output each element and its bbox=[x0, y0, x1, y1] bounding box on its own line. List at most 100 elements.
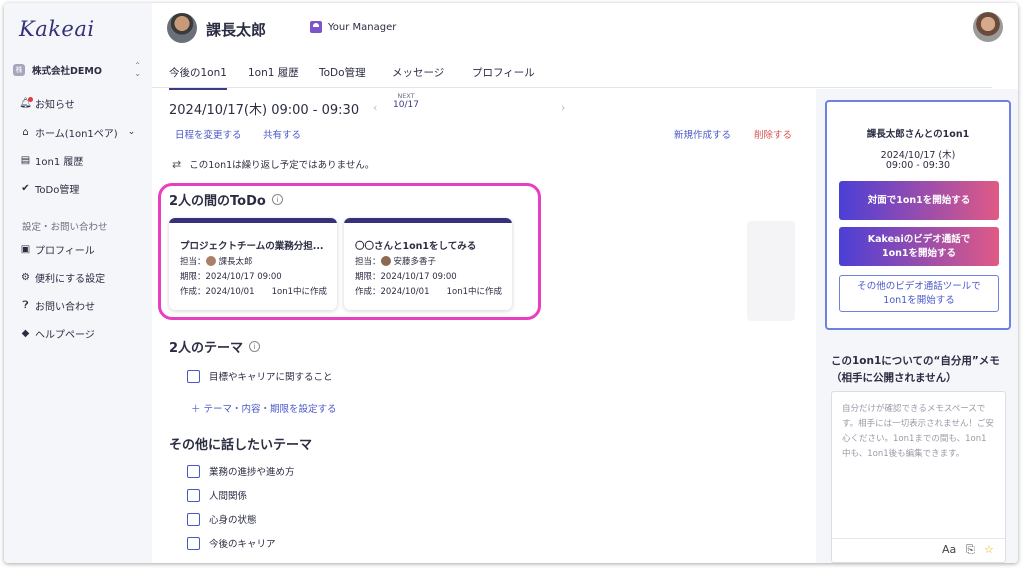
attach-icon[interactable]: ⎘ bbox=[966, 543, 975, 557]
company-switcher[interactable]: 株 株式会社DEMO ⌃ ⌄ bbox=[13, 62, 141, 78]
other-theme-item[interactable]: 業務の進捗や進め方 bbox=[187, 464, 295, 478]
sidebar-item-label: プロフィール bbox=[35, 245, 95, 257]
theme-item[interactable]: 目標やキャリアに関すること bbox=[187, 369, 333, 383]
font-format-icon[interactable]: Aa bbox=[942, 543, 956, 556]
chevron-down-icon[interactable]: ⌄ bbox=[128, 127, 136, 137]
new-session-link[interactable]: 新規作成する bbox=[674, 127, 731, 141]
assignee-name: 課長太郎 bbox=[218, 257, 253, 267]
assignee-label: 担当： bbox=[180, 257, 206, 267]
start-face-to-face-button[interactable]: 対面で1on1を開始する bbox=[839, 181, 999, 220]
todo-card[interactable]: プロジェクトチームの業務分担... 担当： 課長太郎 期限：2024/10/17… bbox=[169, 218, 337, 310]
sidebar-item-label: お問い合わせ bbox=[35, 301, 95, 313]
button-line: Kakeaiのビデオ通話で bbox=[867, 233, 971, 245]
todo-section-title-text: 2人の間のToDo bbox=[169, 194, 266, 209]
todo-assignee: 担当： 安藤多香子 bbox=[355, 255, 436, 267]
sidebar-item-notifications[interactable]: 🔔︎ お知らせ bbox=[19, 95, 75, 111]
todo-created-in: 1on1中に作成 bbox=[271, 287, 327, 297]
session-datetime: 2024/10/17(木) 09:00 - 09:30 bbox=[169, 103, 360, 118]
theme-label: 目標やキャリアに関すること bbox=[209, 372, 333, 383]
other-theme-item[interactable]: 今後のキャリア bbox=[187, 536, 276, 550]
sidebar-item-todo[interactable]: ✔ ToDo管理 bbox=[20, 180, 79, 196]
tab-todo[interactable]: ToDo管理 bbox=[319, 65, 366, 80]
recurrence-note-text: この1on1は繰り返し予定ではありません。 bbox=[189, 160, 375, 171]
sidebar-item-label: ToDo管理 bbox=[35, 184, 80, 196]
sidebar-item-settings[interactable]: ⚙ 便利にする設定 bbox=[20, 269, 105, 285]
chevron-right-icon[interactable]: › bbox=[561, 101, 565, 114]
star-icon[interactable]: ☆ bbox=[984, 543, 994, 556]
button-line: 1on1を開始する bbox=[881, 247, 956, 259]
start-video-call-button[interactable]: Kakeaiのビデオ通話で 1on1を開始する bbox=[839, 227, 999, 266]
start-card-date: 2024/10/17 (木) bbox=[880, 150, 956, 161]
todo-title: プロジェクトチームの業務分担... bbox=[180, 241, 324, 252]
chevron-left-icon[interactable]: ‹ bbox=[373, 101, 377, 114]
share-link[interactable]: 共有する bbox=[263, 127, 301, 141]
todo-card[interactable]: 〇〇さんと1on1をしてみる 担当： 安藤多香子 期限：2024/10/17 0… bbox=[344, 218, 512, 310]
todo-created: 作成：2024/10/01 bbox=[355, 287, 430, 297]
home-icon: ⌂ bbox=[22, 126, 29, 138]
add-todo-placeholder[interactable] bbox=[747, 221, 795, 321]
recurrence-note: ⇄ この1on1は繰り返し予定ではありません。 bbox=[172, 157, 375, 172]
other-theme-item[interactable]: 人間関係 bbox=[187, 488, 247, 502]
todo-section-title: 2人の間のToDo i bbox=[169, 190, 283, 209]
theme-label: 今後のキャリア bbox=[209, 539, 276, 550]
company-name: 株式会社DEMO bbox=[32, 66, 102, 77]
bell-icon: 🔔︎ bbox=[19, 96, 33, 109]
tab-upcoming-1on1[interactable]: 今後の1on1 bbox=[169, 65, 227, 90]
app-window: Kakeai 株 株式会社DEMO ⌃ ⌄ 🔔︎ お知らせ ⌂ ホーム(1on1ペ… bbox=[4, 3, 1018, 563]
partner-avatar bbox=[167, 13, 197, 43]
memo-input[interactable] bbox=[832, 392, 1005, 537]
manager-label: Your Manager bbox=[328, 21, 397, 33]
todo-card-accent bbox=[344, 218, 512, 223]
repeat-icon: ⇄ bbox=[172, 157, 182, 171]
sidebar-item-home[interactable]: ⌂ ホーム(1on1ペア) ⌄ bbox=[20, 124, 135, 140]
add-theme-link[interactable]: ＋ テーマ・内容・期限を設定する bbox=[191, 401, 337, 415]
button-line: 1on1を開始する bbox=[883, 294, 955, 306]
assignee-avatar bbox=[380, 256, 391, 266]
theme-checkbox[interactable] bbox=[187, 464, 200, 478]
todo-created-in: 1on1中に作成 bbox=[446, 287, 502, 297]
sidebar: Kakeai 株 株式会社DEMO ⌃ ⌄ 🔔︎ お知らせ ⌂ ホーム(1on1ペ… bbox=[4, 3, 152, 563]
sidebar-item-profile[interactable]: ▣ プロフィール bbox=[20, 241, 95, 257]
theme-checkbox[interactable] bbox=[187, 512, 200, 526]
tab-1on1-history[interactable]: 1on1 履歴 bbox=[248, 65, 299, 80]
assignee-label: 担当： bbox=[355, 257, 381, 267]
sidebar-item-history[interactable]: ▤ 1on1 履歴 bbox=[20, 152, 84, 168]
assignee-avatar bbox=[205, 256, 216, 266]
gear-icon: ⚙ bbox=[21, 271, 30, 283]
sidebar-item-contact[interactable]: ❓︎ お問い合わせ bbox=[20, 297, 95, 313]
theme-checkbox[interactable] bbox=[187, 488, 200, 502]
reschedule-link[interactable]: 日程を変更する bbox=[175, 127, 242, 141]
memo-title-line: （相手に公開されません） bbox=[831, 372, 957, 384]
theme-checkbox[interactable] bbox=[187, 536, 200, 550]
memo-title-line: この1on1についての“自分用”メモ bbox=[831, 355, 1000, 367]
memo-title: この1on1についての“自分用”メモ （相手に公開されません） bbox=[831, 353, 1006, 387]
start-other-tool-button[interactable]: その他のビデオ通話ツールで 1on1を開始する bbox=[839, 275, 999, 312]
sidebar-item-label: 1on1 履歴 bbox=[35, 156, 84, 168]
memo-toolbar: Aa ⎘ ☆ bbox=[832, 538, 1005, 562]
assignee-name: 安藤多香子 bbox=[393, 257, 437, 267]
start-card-time: 09:00 - 09:30 bbox=[885, 160, 951, 171]
graduation-cap-icon: ◆ bbox=[21, 327, 30, 339]
other-theme-item[interactable]: 心身の状態 bbox=[187, 512, 257, 526]
next-session-indicator[interactable]: NEXT 10/17 bbox=[393, 92, 419, 110]
person-badge-icon bbox=[310, 21, 322, 33]
info-icon[interactable]: i bbox=[249, 341, 261, 352]
partner-name: 課長太郎 bbox=[206, 21, 267, 39]
theme-label: 心身の状態 bbox=[209, 515, 257, 526]
tab-messages[interactable]: メッセージ bbox=[392, 65, 444, 80]
tab-bar: 今後の1on1 1on1 履歴 ToDo管理 メッセージ プロフィール bbox=[152, 58, 992, 90]
settings-section-label: 設定・お問い合わせ bbox=[22, 222, 108, 233]
next-label: NEXT bbox=[397, 92, 415, 100]
account-avatar[interactable] bbox=[973, 12, 1003, 42]
sidebar-item-help[interactable]: ◆ ヘルプページ bbox=[20, 325, 95, 341]
start-1on1-card: 課長太郎さんとの1on1 2024/10/17 (木) 09:00 - 09:3… bbox=[825, 100, 1011, 330]
delete-link[interactable]: 削除する bbox=[754, 127, 792, 141]
todo-assignee: 担当： 課長太郎 bbox=[180, 255, 253, 267]
tab-profile[interactable]: プロフィール bbox=[472, 65, 535, 80]
other-themes-section-title: その他に話したいテーマ bbox=[169, 438, 313, 453]
sidebar-item-label: お知らせ bbox=[35, 99, 75, 111]
next-date: 10/17 bbox=[393, 100, 419, 110]
theme-checkbox[interactable] bbox=[187, 369, 200, 383]
kakeai-logo[interactable]: Kakeai bbox=[19, 17, 95, 41]
info-icon[interactable]: i bbox=[271, 194, 283, 205]
